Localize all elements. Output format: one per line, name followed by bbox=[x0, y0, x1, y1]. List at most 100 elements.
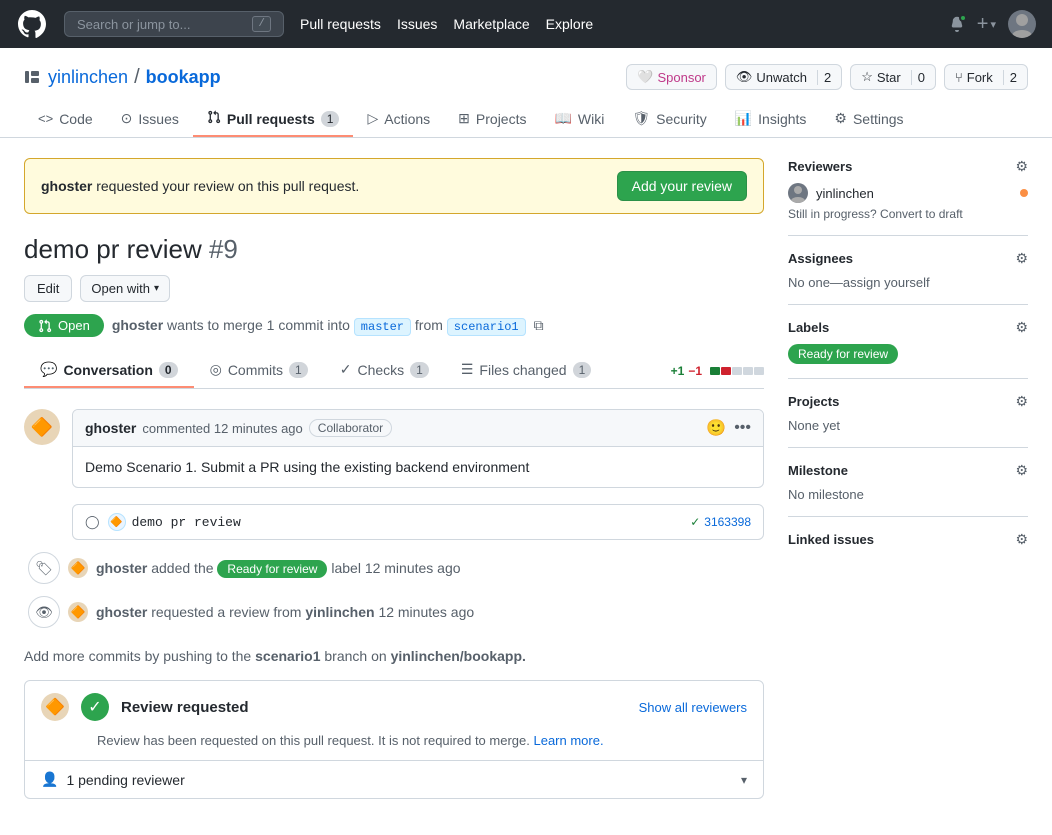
chevron-down-icon: ▾ bbox=[741, 773, 747, 787]
tab-code[interactable]: <> Code bbox=[24, 102, 107, 137]
security-icon: 🛡 bbox=[632, 110, 650, 127]
assignees-gear-icon[interactable]: ⚙ bbox=[1015, 250, 1028, 267]
emoji-reaction-button[interactable]: 🙂 bbox=[706, 418, 726, 438]
learn-more-link[interactable]: Learn more. bbox=[533, 733, 603, 748]
projects-icon: ⊞ bbox=[458, 110, 470, 127]
label-event-icon: 🏷 bbox=[28, 552, 60, 584]
issues-icon: ⊙ bbox=[121, 110, 133, 127]
notifications-button[interactable] bbox=[949, 16, 965, 32]
pr-edit-row: Edit Open with ▾ bbox=[24, 275, 764, 302]
files-icon: ☰ bbox=[461, 361, 474, 378]
show-all-reviewers-link[interactable]: Show all reviewers bbox=[639, 700, 747, 715]
new-button[interactable]: + ▾ bbox=[977, 13, 996, 36]
copy-branch-icon[interactable]: ⧉ bbox=[534, 317, 544, 334]
conversation-badge: 0 bbox=[159, 362, 178, 378]
milestone-none-text: No milestone bbox=[788, 487, 1028, 502]
reviewer-name: yinlinchen bbox=[816, 186, 874, 201]
tab-actions[interactable]: ▷ Actions bbox=[353, 102, 444, 137]
chevron-down-icon: ▾ bbox=[154, 283, 159, 294]
reviewer-convert-draft[interactable]: Still in progress? Convert to draft bbox=[788, 207, 1028, 221]
topnav-marketplace[interactable]: Marketplace bbox=[453, 16, 529, 32]
tab-commits[interactable]: ◎ Commits 1 bbox=[194, 353, 324, 388]
repo-name-link[interactable]: bookapp bbox=[146, 67, 221, 88]
search-box[interactable]: Search or jump to... / bbox=[64, 11, 284, 37]
tab-insights[interactable]: 📊 Insights bbox=[721, 102, 821, 137]
pending-reviewer-row[interactable]: 👤 1 pending reviewer ▾ bbox=[25, 760, 763, 798]
checks-icon: ✓ bbox=[340, 361, 352, 378]
repo-owner-link[interactable]: yinlinchen bbox=[48, 67, 128, 88]
tab-wiki[interactable]: 📖 Wiki bbox=[540, 102, 618, 137]
user-avatar[interactable] bbox=[1008, 10, 1036, 38]
pr-meta-text: ghoster wants to merge 1 commit into mas… bbox=[112, 317, 526, 334]
comment-author: ghoster bbox=[85, 420, 136, 436]
breadcrumb-separator: / bbox=[134, 66, 140, 89]
tab-checks[interactable]: ✓ Checks 1 bbox=[324, 353, 445, 388]
timeline: 🔶 ghoster commented 12 minutes ago Colla… bbox=[24, 409, 764, 799]
reviewers-gear-icon[interactable]: ⚙ bbox=[1015, 158, 1028, 175]
pr-tab-badge: 1 bbox=[321, 111, 340, 127]
topnav-explore[interactable]: Explore bbox=[546, 16, 593, 32]
tab-pull-requests[interactable]: Pull requests 1 bbox=[193, 102, 354, 137]
reviewers-section: Reviewers ⚙ yinlinchen Still in progress… bbox=[788, 158, 1028, 236]
review-event: 👁 🔶 ghoster requested a review from yinl… bbox=[28, 596, 764, 628]
fork-button[interactable]: ⑂ Fork 2 bbox=[944, 64, 1028, 90]
code-icon: <> bbox=[38, 111, 53, 126]
alert-text: ghoster requested your review on this pu… bbox=[41, 178, 359, 194]
open-with-button[interactable]: Open with ▾ bbox=[80, 275, 170, 302]
topnav-issues[interactable]: Issues bbox=[397, 16, 437, 32]
pending-reviewer-left: 👤 1 pending reviewer bbox=[41, 771, 185, 788]
label-event-mini-avatar: 🔶 bbox=[68, 558, 88, 578]
comment-timestamp: commented 12 minutes ago bbox=[142, 421, 302, 436]
milestone-gear-icon[interactable]: ⚙ bbox=[1015, 462, 1028, 479]
tab-security[interactable]: 🛡 Security bbox=[618, 102, 720, 137]
comment-header-actions: 🙂 ••• bbox=[706, 418, 751, 438]
star-button[interactable]: ☆ Star 0 bbox=[850, 64, 936, 90]
pr-number: #9 bbox=[209, 234, 238, 264]
tab-settings[interactable]: ⚙ Settings bbox=[820, 102, 917, 137]
milestone-label: Milestone bbox=[788, 463, 848, 478]
sponsor-button[interactable]: 🤍 Sponsor bbox=[626, 64, 717, 90]
add-review-button[interactable]: Add your review bbox=[617, 171, 747, 201]
assignees-label: Assignees bbox=[788, 251, 853, 266]
label-ready-for-review: Ready for review bbox=[788, 344, 898, 364]
linked-issues-gear-icon[interactable]: ⚙ bbox=[1015, 531, 1028, 548]
tab-conversation[interactable]: 💬 Conversation 0 bbox=[24, 353, 194, 388]
top-navigation: Search or jump to... / Pull requests Iss… bbox=[0, 0, 1052, 48]
github-logo-icon[interactable] bbox=[16, 8, 48, 40]
linked-issues-section: Linked issues ⚙ bbox=[788, 531, 1028, 570]
review-success-icon: ✓ bbox=[81, 693, 109, 721]
comment-menu-button[interactable]: ••• bbox=[734, 419, 751, 437]
topnav-links: Pull requests Issues Marketplace Explore bbox=[300, 16, 593, 32]
user-icon: 👤 bbox=[41, 771, 58, 788]
edit-button[interactable]: Edit bbox=[24, 275, 72, 302]
pr-tabs: 💬 Conversation 0 ◎ Commits 1 ✓ Checks 1 … bbox=[24, 353, 764, 389]
conversation-icon: 💬 bbox=[40, 361, 57, 378]
review-section: 🔶 ✓ Review requested Show all reviewers … bbox=[24, 680, 764, 799]
topnav-pull-requests[interactable]: Pull requests bbox=[300, 16, 381, 32]
assignees-none-text[interactable]: No one—assign yourself bbox=[788, 275, 1028, 290]
labels-section: Labels ⚙ Ready for review bbox=[788, 319, 1028, 379]
review-section-header: 🔶 ✓ Review requested Show all reviewers bbox=[25, 681, 763, 733]
label-event-text: ghoster added the Ready for review label… bbox=[96, 560, 461, 576]
add-commits-message: Add more commits by pushing to the scena… bbox=[24, 644, 764, 680]
head-branch-tag: scenario1 bbox=[447, 318, 526, 336]
pr-tab-icon bbox=[207, 110, 221, 127]
review-event-icon: 👁 bbox=[28, 596, 60, 628]
review-body: Review has been requested on this pull r… bbox=[25, 733, 763, 760]
alert-author: ghoster bbox=[41, 178, 92, 194]
commits-badge: 1 bbox=[289, 362, 308, 378]
projects-gear-icon[interactable]: ⚙ bbox=[1015, 393, 1028, 410]
heart-icon: 🤍 bbox=[637, 69, 653, 85]
tab-projects[interactable]: ⊞ Projects bbox=[444, 102, 540, 137]
label-tag: Ready for review bbox=[217, 560, 327, 578]
assignees-section: Assignees ⚙ No one—assign yourself bbox=[788, 250, 1028, 305]
open-status-badge: Open bbox=[24, 314, 104, 337]
unwatch-button[interactable]: 👁 Unwatch 2 bbox=[725, 64, 842, 90]
labels-gear-icon[interactable]: ⚙ bbox=[1015, 319, 1028, 336]
projects-header: Projects ⚙ bbox=[788, 393, 1028, 410]
diff-stat: +1 −1 bbox=[671, 364, 764, 378]
tab-issues[interactable]: ⊙ Issues bbox=[107, 102, 193, 137]
comment-box: ghoster commented 12 minutes ago Collabo… bbox=[72, 409, 764, 488]
avatar: 🔶 bbox=[24, 409, 60, 445]
tab-files-changed[interactable]: ☰ Files changed 1 bbox=[445, 353, 607, 388]
